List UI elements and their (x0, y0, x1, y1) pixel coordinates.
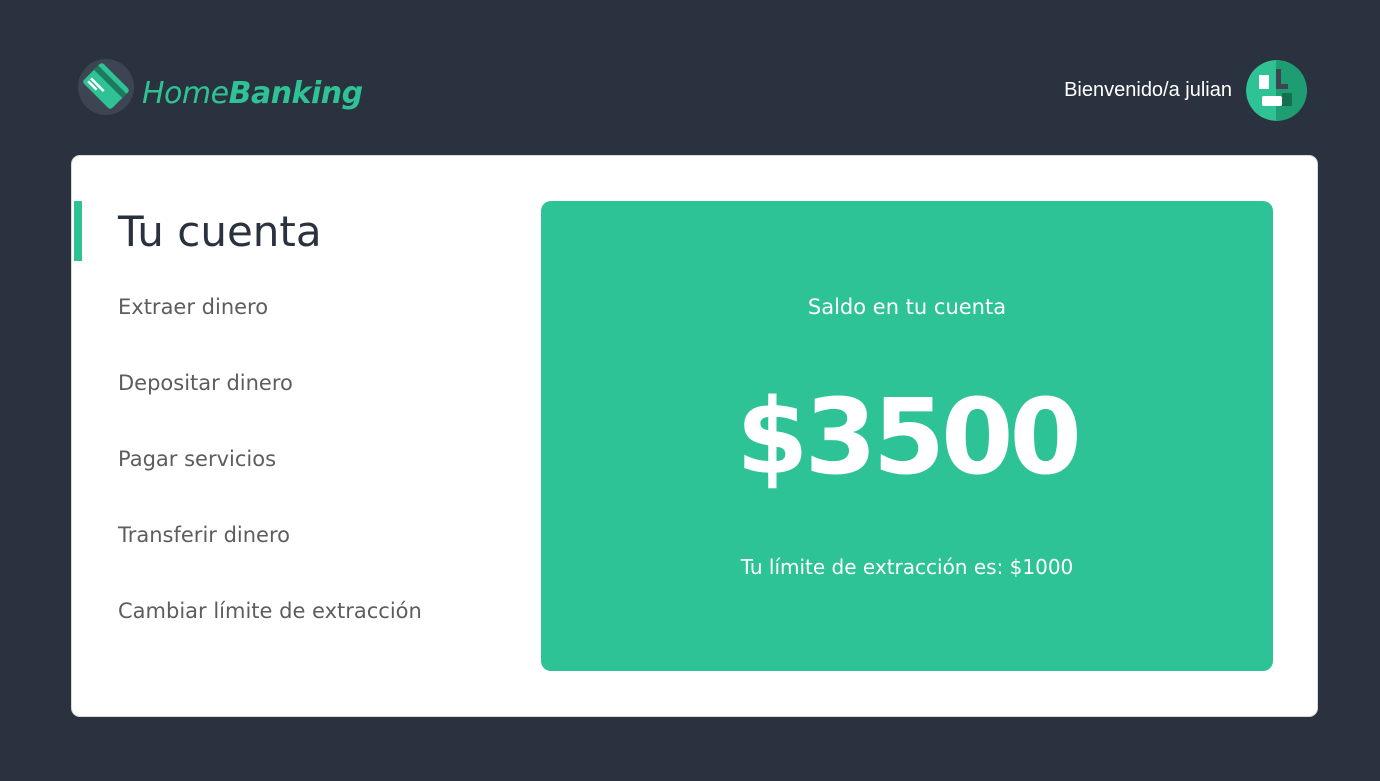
logo-text-home: Home (142, 75, 229, 111)
home-banking-logo[interactable]: HomeBanking (74, 50, 363, 122)
credit-card-icon (74, 54, 138, 118)
logo-text: HomeBanking (142, 76, 363, 111)
menu-item-transferir: Transferir dinero (118, 518, 422, 594)
balance-panel: Saldo en tu cuenta $3500 Tu límite de ex… (541, 201, 1273, 671)
pagar-servicios-link[interactable]: Pagar servicios (118, 442, 276, 476)
menu-item-pagar: Pagar servicios (118, 442, 422, 518)
menu-item-extraer: Extraer dinero (118, 290, 422, 366)
title-accent-bar (74, 201, 82, 261)
balance-label: Saldo en tu cuenta (807, 295, 1007, 319)
logo-text-banking: Banking (228, 75, 364, 111)
menu-item-cambiar-limite: Cambiar límite de extracción (118, 594, 422, 670)
page-title: Tu cuenta (118, 207, 322, 256)
user-avatar-icon[interactable] (1246, 59, 1307, 121)
cambiar-limite-link[interactable]: Cambiar límite de extracción (118, 594, 422, 628)
extraer-dinero-link[interactable]: Extraer dinero (118, 290, 268, 324)
balance-amount: $3500 (736, 376, 1082, 498)
account-card: Tu cuenta Extraer dinero Depositar diner… (71, 155, 1318, 717)
menu-item-depositar: Depositar dinero (118, 366, 422, 442)
welcome-greeting: Bienvenido/a julian (1064, 78, 1232, 101)
user-info: Bienvenido/a julian (1064, 59, 1307, 121)
extraction-limit-text: Tu límite de extracción es: $1000 (740, 555, 1074, 579)
account-menu: Extraer dinero Depositar dinero Pagar se… (118, 290, 422, 670)
transferir-dinero-link[interactable]: Transferir dinero (118, 518, 290, 552)
depositar-dinero-link[interactable]: Depositar dinero (118, 366, 293, 400)
